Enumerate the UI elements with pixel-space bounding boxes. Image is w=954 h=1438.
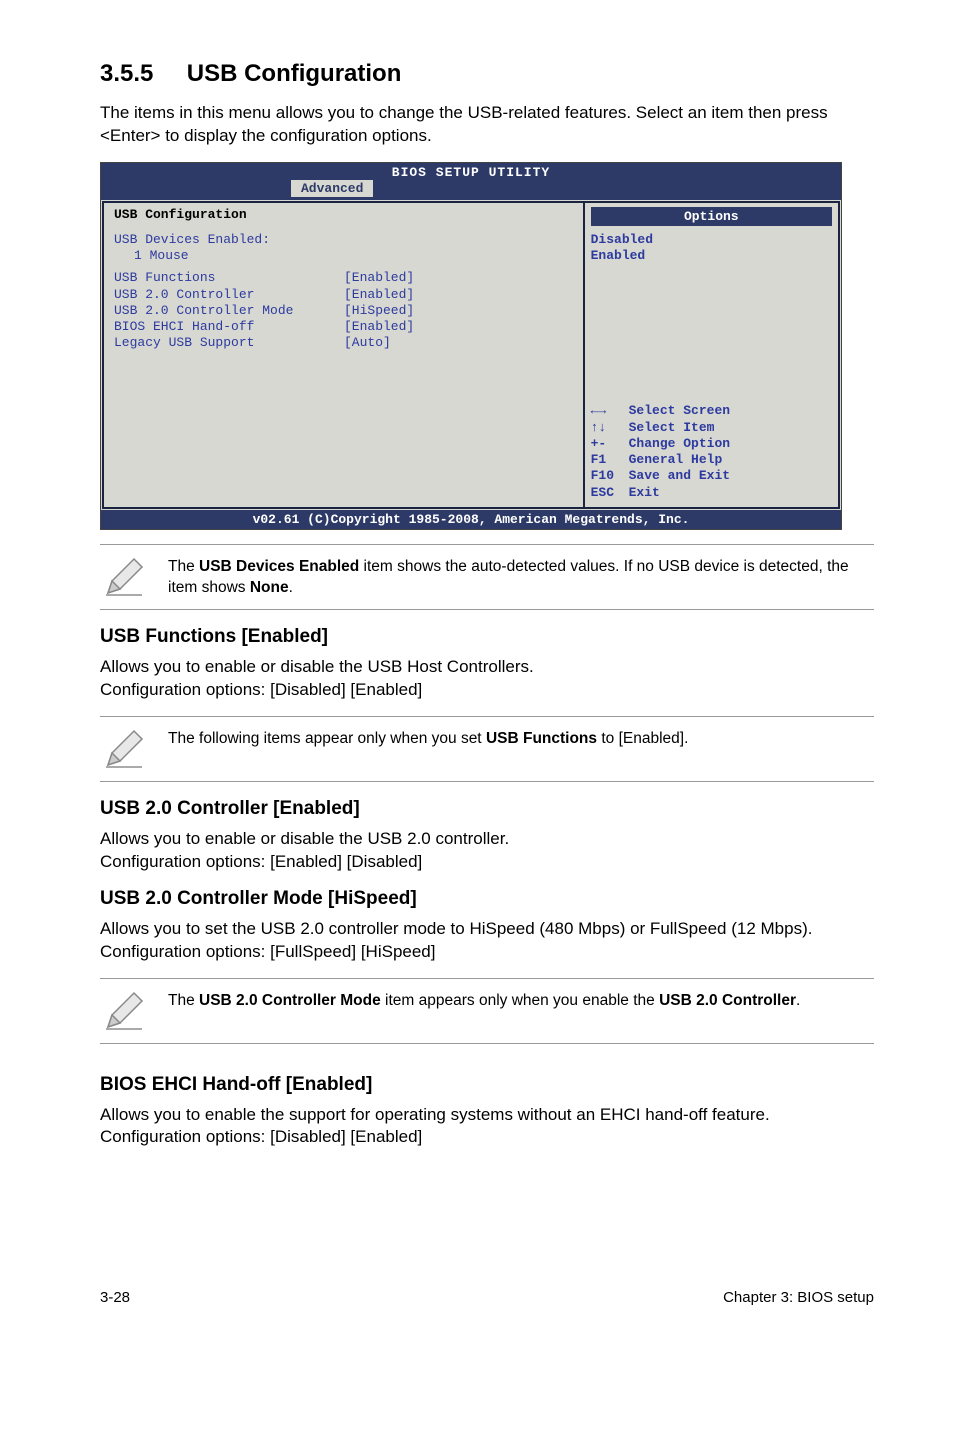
bios-left-panel: USB Configuration USB Devices Enabled: 1…	[102, 201, 584, 509]
note-block: The USB 2.0 Controller Mode item appears…	[100, 978, 874, 1044]
bios-options-header: Options	[591, 207, 832, 226]
note-text: The USB 2.0 Controller Mode item appears…	[168, 987, 874, 1012]
pencil-icon	[100, 987, 148, 1035]
bios-devices-label: USB Devices Enabled:	[114, 232, 573, 248]
bios-screenshot: BIOS SETUP UTILITY Advanced USB Configur…	[100, 162, 842, 530]
ehci-heading: BIOS EHCI Hand-off [Enabled]	[100, 1074, 874, 1096]
section-heading: USB Configuration	[187, 60, 402, 87]
usb-functions-line1: Allows you to enable or disable the USB …	[100, 656, 874, 679]
note-text: The following items appear only when you…	[168, 725, 874, 750]
bios-devices-value: 1 Mouse	[114, 248, 573, 264]
bios-right-panel: Options Disabled Enabled ←→Select Screen…	[584, 201, 840, 509]
ehci-line2: Configuration options: [Disabled] [Enabl…	[100, 1126, 874, 1149]
note-text: The USB Devices Enabled item shows the a…	[168, 553, 874, 599]
bios-option: Enabled	[591, 248, 832, 264]
bios-title: BIOS SETUP UTILITY	[101, 163, 841, 180]
usb-functions-heading: USB Functions [Enabled]	[100, 626, 874, 648]
ehci-line1: Allows you to enable the support for ope…	[100, 1104, 874, 1127]
bios-row: BIOS EHCI Hand-off[Enabled]	[114, 319, 573, 335]
bios-options-list: Disabled Enabled	[591, 232, 832, 265]
page-footer: 3-28 Chapter 3: BIOS setup	[100, 1289, 874, 1306]
page-number: 3-28	[100, 1289, 130, 1306]
note-block: The USB Devices Enabled item shows the a…	[100, 544, 874, 610]
usb20-heading: USB 2.0 Controller [Enabled]	[100, 798, 874, 820]
usb-functions-line2: Configuration options: [Disabled] [Enabl…	[100, 679, 874, 702]
bios-option: Disabled	[591, 232, 832, 248]
usb20mode-line1: Allows you to set the USB 2.0 controller…	[100, 918, 874, 941]
pencil-icon	[100, 553, 148, 601]
bios-row: USB 2.0 Controller[Enabled]	[114, 287, 573, 303]
bios-row: USB 2.0 Controller Mode[HiSpeed]	[114, 303, 573, 319]
usb20mode-heading: USB 2.0 Controller Mode [HiSpeed]	[100, 888, 874, 910]
chapter-label: Chapter 3: BIOS setup	[723, 1289, 874, 1306]
bios-left-title: USB Configuration	[114, 207, 573, 222]
bios-tabbar: Advanced	[101, 180, 841, 200]
bios-row: Legacy USB Support[Auto]	[114, 335, 573, 351]
bios-tab-advanced: Advanced	[291, 180, 373, 197]
section-title: 3.5.5 USB Configuration	[100, 60, 874, 88]
bios-row: USB Functions[Enabled]	[114, 270, 573, 286]
section-number: 3.5.5	[100, 60, 153, 87]
bios-nav: ←→Select Screen ↑↓Select Item +-Change O…	[591, 403, 832, 501]
note-block: The following items appear only when you…	[100, 716, 874, 782]
bios-footer: v02.61 (C)Copyright 1985-2008, American …	[101, 510, 841, 529]
intro-paragraph: The items in this menu allows you to cha…	[100, 102, 874, 148]
usb20mode-line2: Configuration options: [FullSpeed] [HiSp…	[100, 941, 874, 964]
pencil-icon	[100, 725, 148, 773]
usb20-line1: Allows you to enable or disable the USB …	[100, 828, 874, 851]
usb20-line2: Configuration options: [Enabled] [Disabl…	[100, 851, 874, 874]
